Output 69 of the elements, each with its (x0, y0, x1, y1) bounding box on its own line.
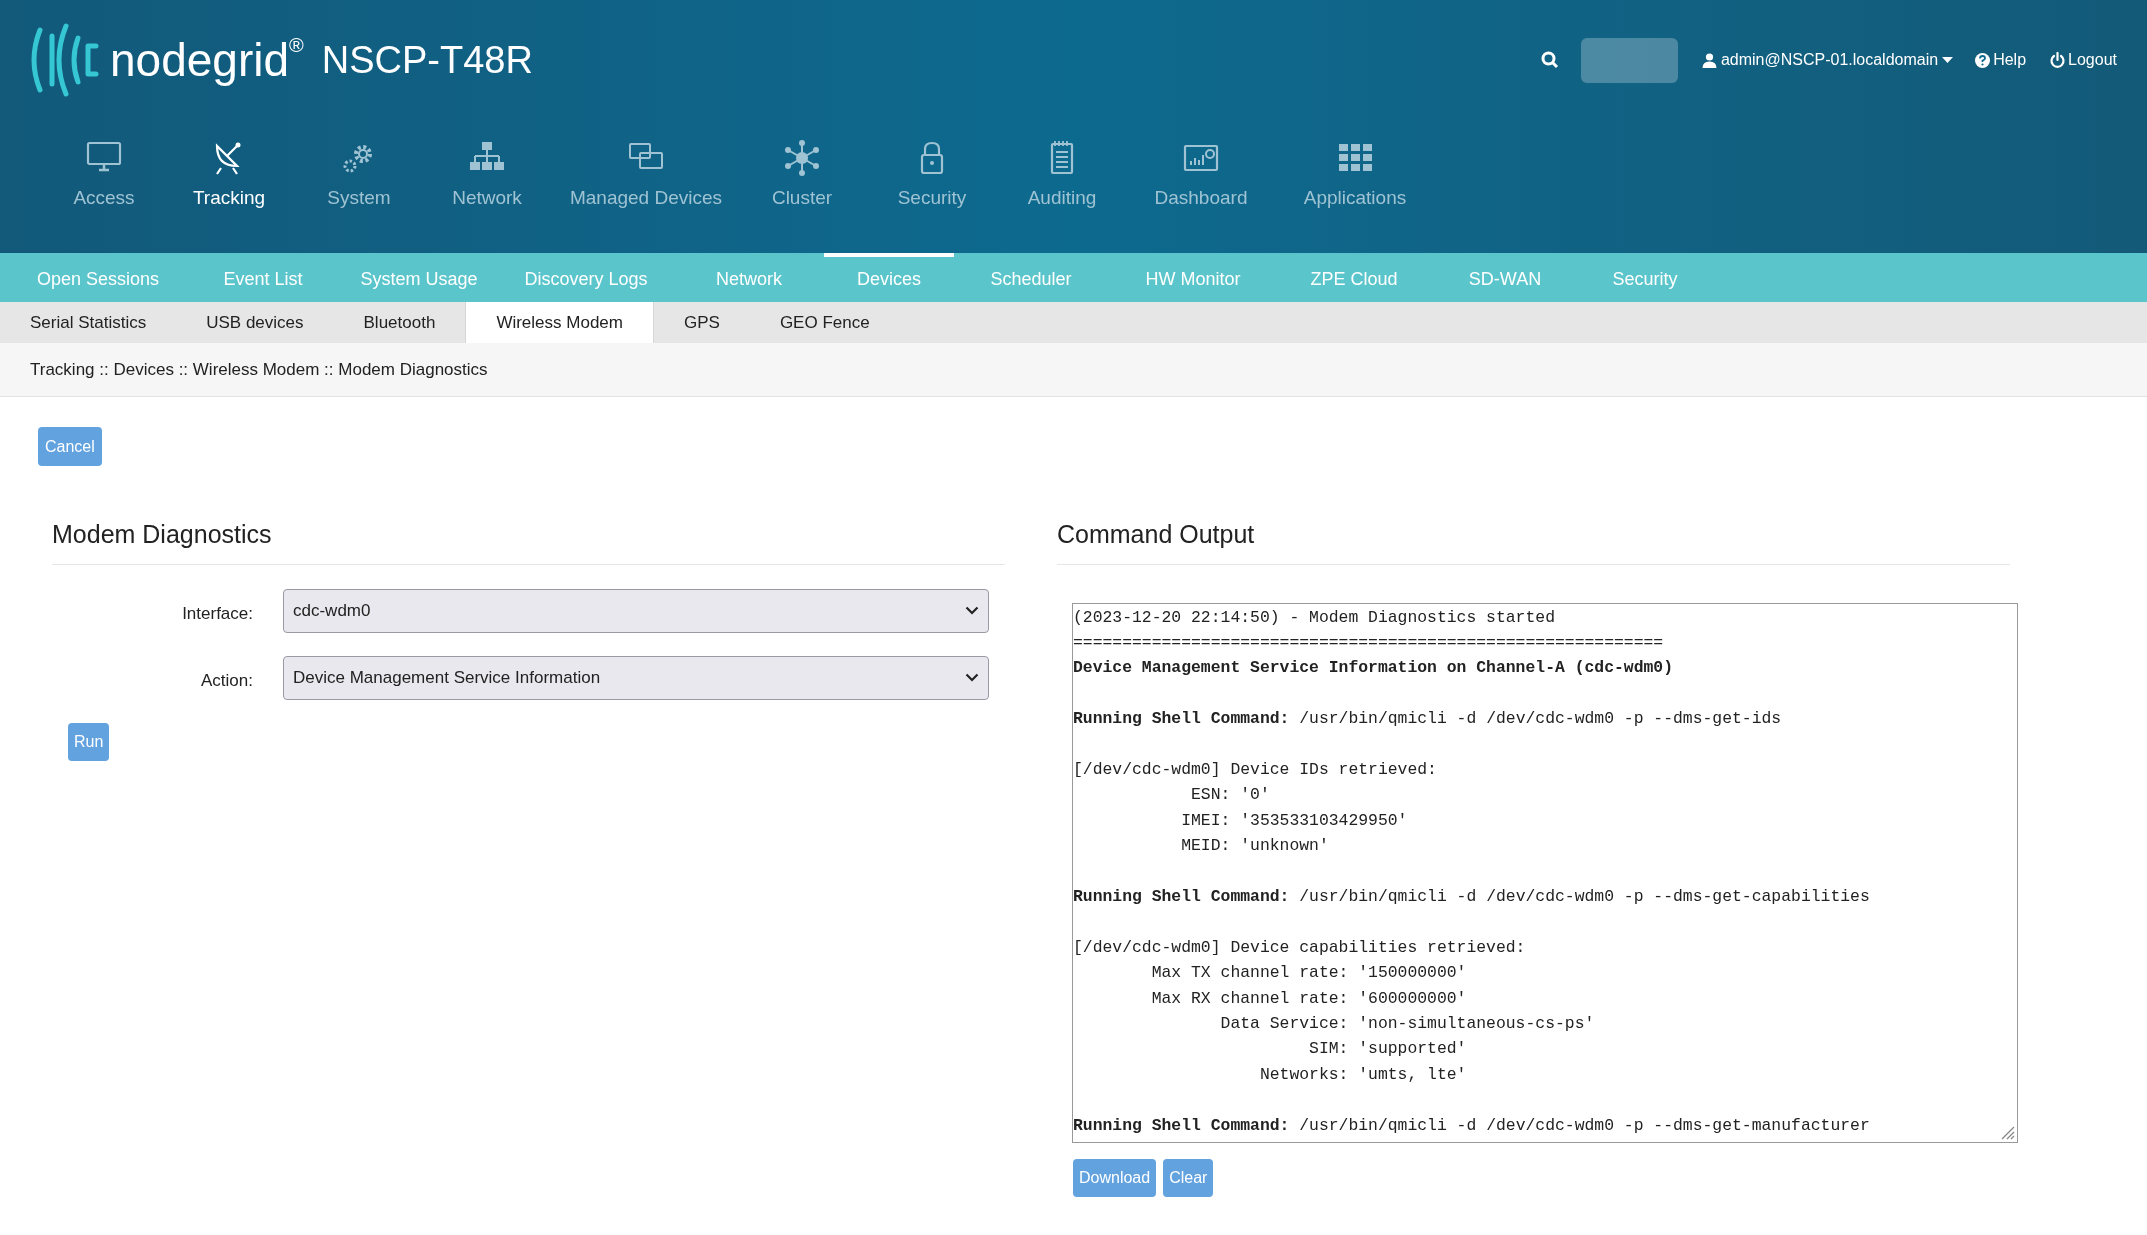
nav-tab[interactable]: HW Monitor (1108, 253, 1278, 302)
output-line: [/dev/cdc-wdm0] Device IDs retrieved: (1073, 758, 1437, 781)
tab[interactable]: Wireless Modem (465, 302, 654, 343)
output-line: (2023-12-20 22:14:50) - Modem Diagnostics started (1073, 606, 1555, 629)
nav-tab[interactable]: Auditing (1027, 183, 1097, 212)
output-textarea[interactable] (1072, 602, 2018, 1143)
section-title: Command Output (1057, 516, 2010, 565)
output-line: Device Management Service Information on Channel-A (cdc-wdm0) (1073, 657, 1673, 680)
output-line: [/dev/cdc-wdm0] Device capabilities retrieved: (1073, 936, 1526, 959)
nav-tab[interactable]: Managed Devices (569, 183, 723, 212)
nav-tab[interactable]: Discovery Logs (498, 253, 674, 302)
output-line: MEID: 'unknown' (1180, 835, 1329, 858)
nav-tab[interactable]: Event List (186, 253, 340, 302)
nav-tab[interactable]: System Usage (340, 253, 498, 302)
tab[interactable]: Bluetooth (333, 302, 466, 343)
nav-tab[interactable]: Tracking (192, 183, 266, 212)
output-line: Networks: 'umts, lte' (1258, 1063, 1467, 1086)
nav-tab[interactable]: Scheduler (954, 253, 1108, 302)
output-line: Max TX channel rate: '150000000' (1150, 962, 1467, 985)
tab[interactable]: USB devices (176, 302, 334, 343)
caret-icon[interactable] (1942, 56, 1954, 64)
output-line: ESN: '0' (1190, 784, 1270, 807)
tab[interactable]: Serial Statistics (0, 302, 177, 343)
cluster-icon (784, 139, 820, 176)
nav-tab[interactable]: Applications (1303, 183, 1407, 212)
select-field[interactable]: Device Management Service Information (283, 655, 989, 700)
user-icon (1701, 52, 1717, 68)
output-line: Running Shell Command: /usr/bin/qmicli -d /dev/cdc-wdm0 -p --dms-get-capabilities (1073, 885, 1870, 908)
section-title: Modem Diagnostics (52, 516, 1005, 565)
cancel-button[interactable]: Cancel (38, 427, 102, 466)
registered-mark: ® (289, 33, 304, 56)
output-line: IMEI: '353533103429950' (1180, 809, 1408, 832)
nav-tab[interactable]: Access (73, 183, 135, 212)
search-field[interactable] (1580, 37, 1678, 83)
nav-tab[interactable]: Cluster (771, 183, 833, 212)
output-line: Max RX channel rate: '600000000' (1150, 987, 1467, 1010)
field-label: Interface: (181, 602, 254, 625)
nav-tab[interactable]: Security (1580, 253, 1710, 302)
nav-tab[interactable]: Network (452, 183, 522, 212)
logout-link[interactable]: Logout (2068, 48, 2117, 72)
help-icon (1975, 52, 1991, 68)
download-button[interactable]: Download (1073, 1158, 1157, 1197)
user-menu[interactable]: admin@NSCP-01.localdomain (1720, 48, 1939, 72)
run-button[interactable]: Run (68, 722, 110, 761)
nav-tab[interactable]: SD-WAN (1430, 253, 1580, 302)
nav-tab[interactable]: System (327, 183, 391, 212)
search-icon[interactable] (1540, 51, 1559, 69)
chevron-down-icon (965, 673, 979, 682)
help-link[interactable]: Help (1993, 48, 2027, 72)
model-name: NSCP-T48R (321, 41, 533, 79)
select-field[interactable]: cdc-wdm0 (283, 588, 989, 633)
nav-tab[interactable]: Dashboard (1154, 183, 1248, 212)
tab[interactable]: GEO Fence (749, 302, 900, 343)
nav-tab[interactable]: Network (674, 253, 824, 302)
nav-tab[interactable]: Open Sessions (10, 253, 186, 302)
tab[interactable]: GPS (653, 302, 750, 343)
field-label: Action: (200, 669, 254, 692)
clear-button[interactable]: Clear (1163, 1158, 1214, 1197)
nav-tab[interactable]: ZPE Cloud (1278, 253, 1430, 302)
output-line: Running Shell Command: /usr/bin/qmicli -d /dev/cdc-wdm0 -p --dms-get-manufacturer (1073, 1114, 1870, 1137)
output-line: Data Service: 'non-simultaneous-cs-ps' (1219, 1012, 1595, 1035)
output-line: Running Shell Command: /usr/bin/qmicli -d /dev/cdc-wdm0 -p --dms-get-ids (1073, 708, 1782, 731)
chevron-down-icon (965, 606, 979, 615)
logo-icon (30, 22, 100, 98)
output-line: SIM: 'supported' (1308, 1038, 1467, 1061)
breadcrumb: Tracking :: Devices :: Wireless Modem :: Modem Diagnostics (30, 358, 488, 381)
nav-tab[interactable]: Security (897, 183, 967, 212)
output-line: ============================================================ (1073, 631, 1664, 654)
power-icon (2050, 52, 2066, 68)
